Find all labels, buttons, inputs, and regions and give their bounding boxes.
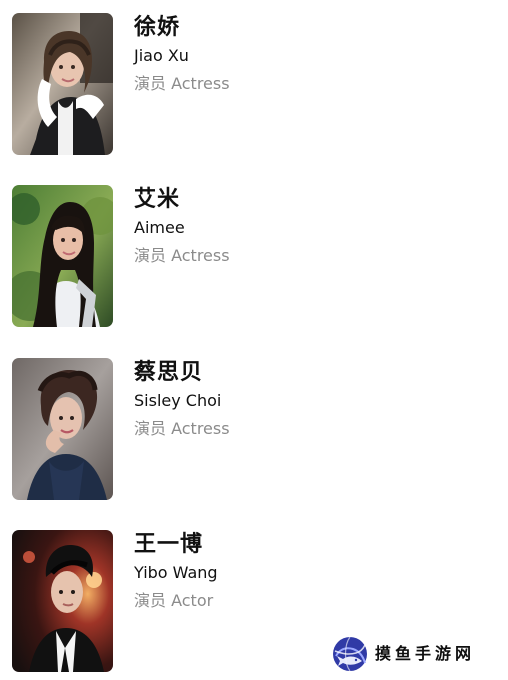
cast-name-english: Aimee — [134, 218, 185, 237]
cast-item-aimee[interactable]: 艾米 Aimee 演员 Actress — [12, 185, 482, 327]
cast-name-english: Jiao Xu — [134, 46, 189, 65]
avatar[interactable] — [12, 13, 113, 155]
cast-item-jiao-xu[interactable]: 徐娇 Jiao Xu 演员 Actress — [12, 13, 482, 155]
cast-meta: 艾米 Aimee 演员 Actress — [134, 185, 230, 266]
cast-name-english: Yibo Wang — [134, 563, 218, 582]
portrait-jiao-xu — [12, 13, 113, 155]
portrait-sisley-choi — [12, 358, 113, 500]
cast-meta: 王一博 Yibo Wang 演员 Actor — [134, 530, 218, 611]
portrait-aimee — [12, 185, 113, 327]
cast-role: 演员 Actor — [134, 591, 214, 610]
cast-role: 演员 Actress — [134, 74, 230, 93]
cast-role: 演员 Actress — [134, 246, 230, 265]
cast-name-chinese: 徐娇 — [134, 15, 181, 40]
cast-item-yibo-wang[interactable]: 王一博 Yibo Wang 演员 Actor — [12, 530, 482, 672]
cast-name-chinese: 艾米 — [134, 187, 181, 212]
avatar[interactable] — [12, 530, 113, 672]
cast-meta: 徐娇 Jiao Xu 演员 Actress — [134, 13, 230, 94]
avatar[interactable] — [12, 185, 113, 327]
cast-name-chinese: 蔡思贝 — [134, 360, 204, 385]
cast-meta: 蔡思贝 Sisley Choi 演员 Actress — [134, 358, 230, 439]
cast-name-english: Sisley Choi — [134, 391, 222, 410]
cast-name-chinese: 王一博 — [134, 532, 204, 557]
cast-role: 演员 Actress — [134, 419, 230, 438]
cast-item-sisley-choi[interactable]: 蔡思贝 Sisley Choi 演员 Actress — [12, 358, 482, 500]
cast-list: 徐娇 Jiao Xu 演员 Actress 艾米 Aimee 演员 Actres… — [0, 0, 508, 680]
portrait-yibo-wang — [12, 530, 113, 672]
avatar[interactable] — [12, 358, 113, 500]
